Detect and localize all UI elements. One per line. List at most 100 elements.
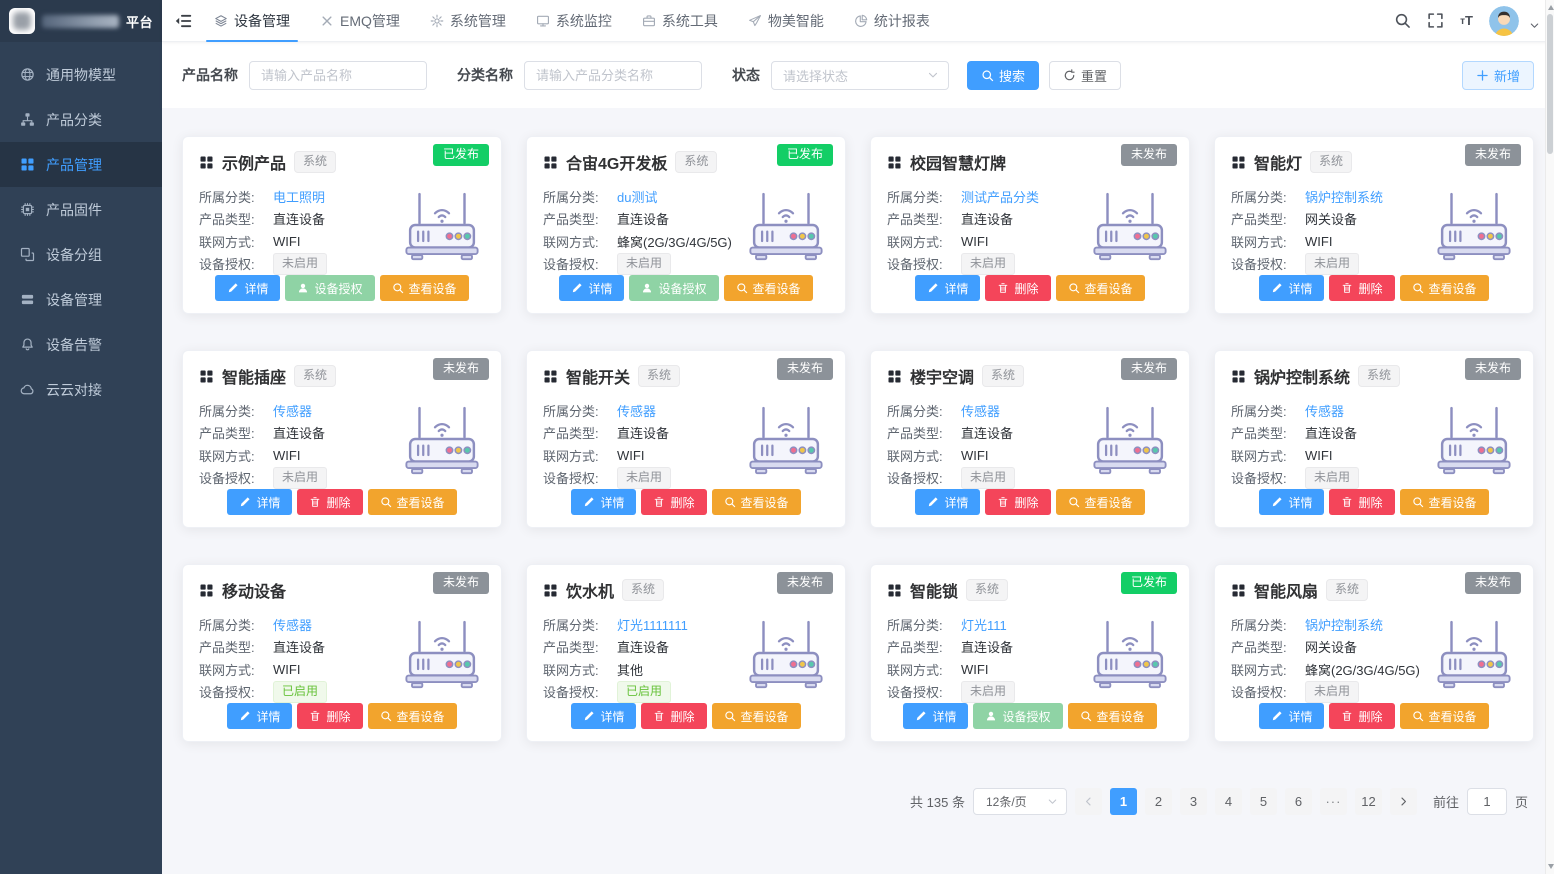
reset-button[interactable]: 重置 <box>1049 61 1121 90</box>
delete-button[interactable]: 删除 <box>297 703 362 729</box>
tab-report[interactable]: 统计报表 <box>854 0 930 42</box>
tab-device-manage[interactable]: 设备管理 <box>214 0 290 42</box>
category-link[interactable]: 灯光1111111 <box>617 615 688 634</box>
product-card: 未发布 智能插座 系统 所属分类:传感器 产品类型:直连设备 联网方式:WIFI… <box>182 350 502 528</box>
delete-button[interactable]: 删除 <box>297 489 362 515</box>
delete-button[interactable]: 删除 <box>1329 275 1394 301</box>
sidebar-collapse-icon[interactable] <box>174 12 192 30</box>
search-button[interactable]: 搜索 <box>967 61 1039 90</box>
category-link[interactable]: 传感器 <box>961 401 1000 420</box>
page-button-6[interactable]: 6 <box>1285 788 1312 815</box>
category-link[interactable]: 传感器 <box>273 401 312 420</box>
sidebar-item-device-alarm[interactable]: 设备告警 <box>0 322 162 367</box>
product-title: 智能灯 <box>1254 150 1302 174</box>
category-link[interactable]: 灯光111 <box>961 615 1007 634</box>
sidebar-item-device-group[interactable]: 设备分组 <box>0 232 162 277</box>
detail-button[interactable]: 详情 <box>571 489 636 515</box>
category-link[interactable]: 传感器 <box>273 615 312 634</box>
page-size-select[interactable]: 12条/页 <box>973 788 1067 815</box>
view-devices-button[interactable]: 查看设备 <box>1400 275 1489 301</box>
view-devices-button[interactable]: 查看设备 <box>1056 489 1145 515</box>
delete-button[interactable]: 删除 <box>641 489 706 515</box>
card-actions: 详情 删除 查看设备 <box>1215 275 1533 301</box>
page-ellipsis[interactable]: ··· <box>1320 788 1347 815</box>
detail-button[interactable]: 详情 <box>227 489 292 515</box>
detail-button[interactable]: 详情 <box>571 703 636 729</box>
category-link[interactable]: 传感器 <box>617 401 656 420</box>
view-devices-button[interactable]: 查看设备 <box>1068 703 1157 729</box>
detail-button[interactable]: 详情 <box>1259 275 1324 301</box>
view-devices-button[interactable]: 查看设备 <box>368 489 457 515</box>
layers-icon <box>214 14 228 28</box>
delete-button[interactable]: 删除 <box>985 489 1050 515</box>
view-devices-button[interactable]: 查看设备 <box>1400 703 1489 729</box>
category-link[interactable]: 电工照明 <box>273 187 325 206</box>
view-devices-button[interactable]: 查看设备 <box>712 703 801 729</box>
detail-button[interactable]: 详情 <box>1259 703 1324 729</box>
header-search-icon[interactable] <box>1394 12 1411 29</box>
user-icon <box>641 282 653 294</box>
scroll-down-arrow-icon[interactable] <box>1548 864 1554 869</box>
search-icon <box>724 496 736 508</box>
page-button-2[interactable]: 2 <box>1145 788 1172 815</box>
sidebar-item-product-manage[interactable]: 产品管理 <box>0 142 162 187</box>
detail-button[interactable]: 详情 <box>915 275 980 301</box>
prev-page-button[interactable] <box>1075 788 1102 815</box>
category-link[interactable]: 锅炉控制系统 <box>1305 187 1383 206</box>
page-button-3[interactable]: 3 <box>1180 788 1207 815</box>
view-devices-button[interactable]: 查看设备 <box>368 703 457 729</box>
authorize-button[interactable]: 设备授权 <box>629 275 718 301</box>
view-devices-button[interactable]: 查看设备 <box>380 275 469 301</box>
avatar[interactable] <box>1489 6 1519 36</box>
status-select[interactable]: 请选择状态 <box>771 61 949 90</box>
next-page-button[interactable] <box>1390 788 1417 815</box>
auth-label: 设备授权: <box>199 682 273 701</box>
page-button-12[interactable]: 12 <box>1355 788 1382 815</box>
detail-button[interactable]: 详情 <box>227 703 292 729</box>
add-button[interactable]: 新增 <box>1462 61 1534 90</box>
tab-wumei-smart[interactable]: 物美智能 <box>748 0 824 42</box>
sidebar-item-product-category[interactable]: 产品分类 <box>0 97 162 142</box>
fullscreen-icon[interactable] <box>1427 12 1444 29</box>
view-devices-button[interactable]: 查看设备 <box>1056 275 1145 301</box>
sidebar-item-cloud-connect[interactable]: 云云对接 <box>0 367 162 412</box>
detail-button[interactable]: 详情 <box>215 275 280 301</box>
scroll-up-arrow-icon[interactable] <box>1548 5 1554 10</box>
view-devices-button[interactable]: 查看设备 <box>724 275 813 301</box>
tab-system-tools[interactable]: 系统工具 <box>642 0 718 42</box>
sidebar-item-product-firmware[interactable]: 产品固件 <box>0 187 162 232</box>
tab-system-monitor[interactable]: 系统监控 <box>536 0 612 42</box>
page-button-4[interactable]: 4 <box>1215 788 1242 815</box>
sidebar-item-device-manage[interactable]: 设备管理 <box>0 277 162 322</box>
delete-button[interactable]: 删除 <box>985 275 1050 301</box>
category-link[interactable]: 传感器 <box>1305 401 1344 420</box>
tab-system-manage[interactable]: 系统管理 <box>430 0 506 42</box>
authorize-button[interactable]: 设备授权 <box>973 703 1062 729</box>
delete-button[interactable]: 删除 <box>1329 489 1394 515</box>
tab-emq-manage[interactable]: EMQ管理 <box>320 0 400 42</box>
detail-button[interactable]: 详情 <box>915 489 980 515</box>
view-devices-button[interactable]: 查看设备 <box>712 489 801 515</box>
detail-button[interactable]: 详情 <box>1259 489 1324 515</box>
product-card: 未发布 移动设备 所属分类:传感器 产品类型:直连设备 联网方式:WIFI 设备… <box>182 564 502 742</box>
authorize-button[interactable]: 设备授权 <box>285 275 374 301</box>
goto-page-input[interactable] <box>1467 788 1507 815</box>
scrollbar[interactable] <box>1545 0 1554 874</box>
user-menu-caret-icon[interactable] <box>1529 20 1540 31</box>
view-devices-button[interactable]: 查看设备 <box>1400 489 1489 515</box>
detail-button[interactable]: 详情 <box>559 275 624 301</box>
page-button-5[interactable]: 5 <box>1250 788 1277 815</box>
detail-button[interactable]: 详情 <box>903 703 968 729</box>
font-size-icon[interactable]: тT <box>1460 14 1473 27</box>
category-name-input[interactable] <box>524 61 702 90</box>
category-link[interactable]: 锅炉控制系统 <box>1305 615 1383 634</box>
page-button-1[interactable]: 1 <box>1110 788 1137 815</box>
scrollbar-thumb[interactable] <box>1547 14 1553 154</box>
category-link[interactable]: 测试产品分类 <box>961 187 1039 206</box>
delete-button[interactable]: 删除 <box>641 703 706 729</box>
sidebar-item-general-model[interactable]: 通用物模型 <box>0 52 162 97</box>
category-link[interactable]: du测试 <box>617 187 657 206</box>
delete-button[interactable]: 删除 <box>1329 703 1394 729</box>
product-name-input[interactable] <box>249 61 427 90</box>
system-tag: 系统 <box>622 579 664 601</box>
